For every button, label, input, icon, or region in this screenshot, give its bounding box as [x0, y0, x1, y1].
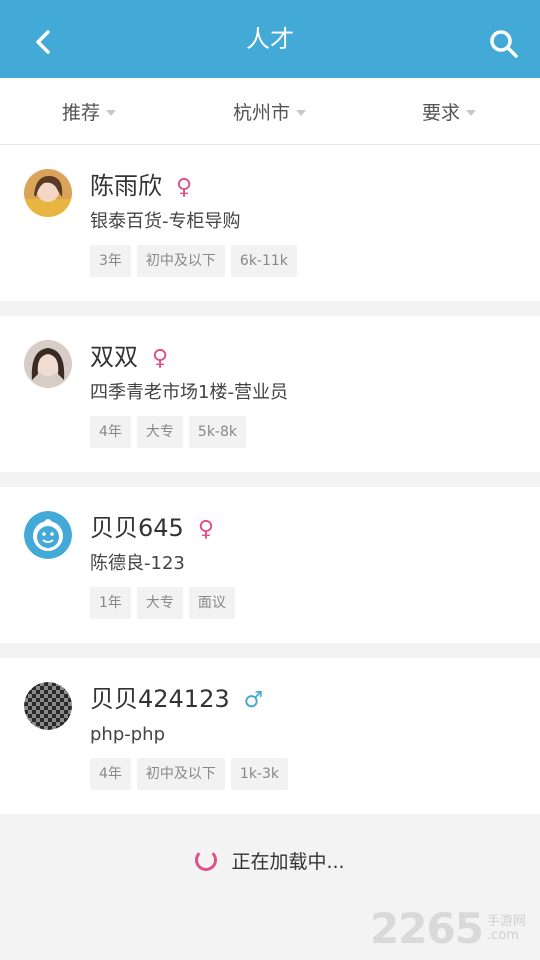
- male-icon: ♂: [243, 688, 264, 713]
- candidate-name: 陈雨欣 ♀: [90, 169, 192, 205]
- tag-list: 4年 初中及以下 1k-3k: [90, 758, 294, 790]
- filter-bar: 推荐 杭州市 要求: [0, 78, 540, 145]
- avatar: [24, 682, 72, 730]
- tag-education: 大专: [136, 416, 183, 448]
- caret-down-icon: [296, 109, 307, 116]
- candidate-card[interactable]: 贝贝424123 ♂ php-php 4年 初中及以下 1k-3k: [0, 658, 540, 814]
- candidate-name: 贝贝424123 ♂: [90, 682, 263, 718]
- candidate-name: 双双 ♀: [90, 340, 168, 376]
- tag-experience: 4年: [90, 758, 131, 790]
- candidate-card[interactable]: 陈雨欣 ♀ 银泰百货-专柜导购 3年 初中及以下 6k-11k: [0, 145, 540, 301]
- loading-indicator: 正在加载中...: [0, 840, 540, 880]
- watermark-side: 手游网 .com: [486, 913, 526, 943]
- candidate-job: 四季青老市场1楼-营业员: [90, 382, 288, 403]
- tag-list: 4年 大专 5k-8k: [90, 416, 252, 448]
- tag-list: 3年 初中及以下 6k-11k: [90, 245, 303, 277]
- candidate-job: 银泰百货-专柜导购: [90, 211, 241, 232]
- candidate-job: 陈德良-123: [90, 553, 185, 574]
- filter-recommend[interactable]: 推荐: [62, 78, 117, 145]
- loading-text: 正在加载中...: [231, 850, 345, 873]
- female-icon: ♀: [176, 175, 193, 200]
- tag-education: 大专: [136, 587, 183, 619]
- filter-label: 推荐: [62, 102, 101, 124]
- spinner-icon: [195, 849, 218, 871]
- caret-down-icon: [466, 109, 477, 116]
- candidate-job: php-php: [90, 724, 166, 745]
- filter-requirement[interactable]: 要求: [422, 78, 477, 145]
- female-icon: ♀: [152, 346, 169, 371]
- candidate-name: 贝贝645 ♀: [90, 511, 214, 547]
- watermark-logo: 2265 手游网 .com: [370, 904, 526, 953]
- tag-experience: 4年: [90, 416, 131, 448]
- page-title: 人才: [246, 25, 294, 53]
- female-icon: ♀: [197, 517, 214, 542]
- avatar: [24, 511, 72, 559]
- filter-label: 要求: [422, 102, 461, 124]
- tag-salary: 面议: [188, 587, 235, 619]
- tag-salary: 5k-8k: [188, 416, 247, 448]
- filter-city[interactable]: 杭州市: [233, 78, 307, 145]
- caret-down-icon: [106, 109, 117, 116]
- search-icon[interactable]: [488, 28, 520, 60]
- tag-list: 1年 大专 面议: [90, 587, 241, 619]
- filter-label: 杭州市: [233, 102, 291, 124]
- tag-experience: 1年: [90, 587, 131, 619]
- tag-education: 初中及以下: [136, 758, 225, 790]
- tag-education: 初中及以下: [136, 245, 225, 277]
- watermark-suffix: .com: [486, 927, 519, 943]
- app-header: 人才: [0, 0, 540, 78]
- tag-salary: 1k-3k: [230, 758, 289, 790]
- candidate-card[interactable]: 贝贝645 ♀ 陈德良-123 1年 大专 面议: [0, 487, 540, 643]
- avatar: [24, 169, 72, 217]
- watermark-number: 2265: [370, 904, 484, 953]
- tag-experience: 3年: [90, 245, 131, 277]
- candidate-card[interactable]: 双双 ♀ 四季青老市场1楼-营业员 4年 大专 5k-8k: [0, 316, 540, 472]
- tag-salary: 6k-11k: [230, 245, 297, 277]
- watermark-cn: 手游网: [486, 913, 526, 929]
- avatar: [24, 340, 72, 388]
